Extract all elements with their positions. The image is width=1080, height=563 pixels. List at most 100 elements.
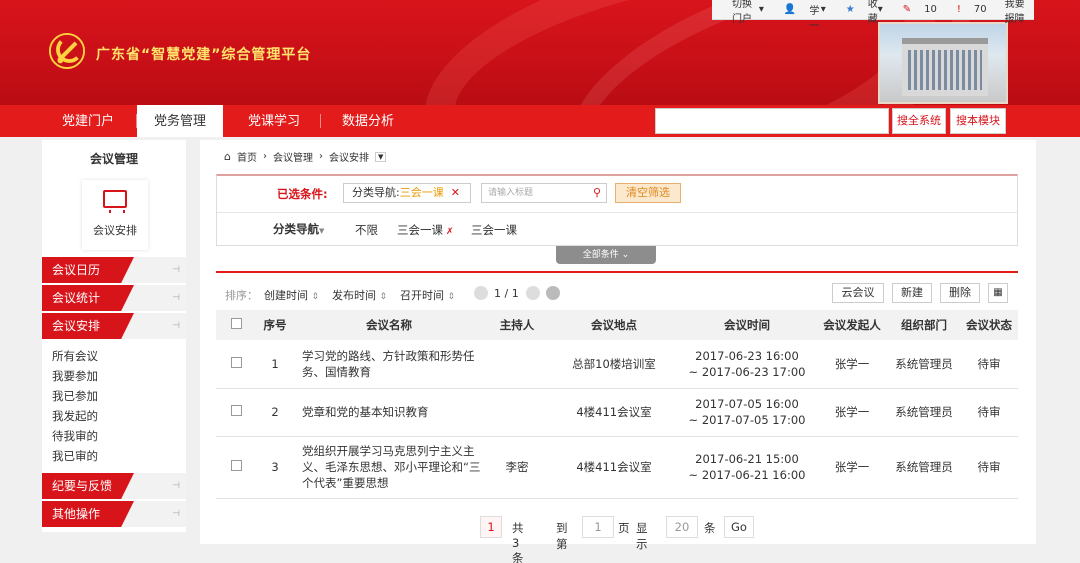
column-header[interactable]: 会议状态 bbox=[960, 310, 1018, 340]
meeting-initiator: 张学一 bbox=[816, 340, 888, 389]
table-row[interactable]: 1 学习党的路线、方针政策和形势任务、国情教育 总部10楼培训室 2017-06… bbox=[216, 340, 1018, 389]
table-row[interactable]: 3 党组织开展学习马克思列宁主义主义、毛泽东思想、邓小平理论和“三个代表”重要思… bbox=[216, 436, 1018, 499]
category-nav-label[interactable]: 分类导航▼ bbox=[273, 221, 324, 237]
delete-button[interactable]: 删除 bbox=[940, 283, 980, 303]
page-size-input[interactable]: 20 bbox=[666, 516, 698, 538]
nav-tab-portal[interactable]: 党建门户 bbox=[52, 105, 124, 137]
prev-page-icon[interactable] bbox=[474, 286, 488, 300]
remove-filter-icon[interactable]: ✕ bbox=[451, 184, 460, 202]
select-all-checkbox[interactable] bbox=[230, 318, 242, 329]
new-button[interactable]: 新建 bbox=[892, 283, 932, 303]
go-button[interactable]: Go bbox=[724, 516, 754, 538]
row-number: 2 bbox=[256, 388, 294, 437]
row-checkbox[interactable] bbox=[230, 405, 242, 416]
sidebar-item-to-attend[interactable]: 我要参加 bbox=[52, 368, 98, 384]
row-checkbox[interactable] bbox=[230, 356, 242, 368]
row-number: 1 bbox=[256, 340, 294, 389]
filter-panel: 已选条件: 分类导航:三会一课 ✕ 请输入标题 ⚲ 清空筛选 分类导航▼ 不限 … bbox=[216, 174, 1018, 246]
meeting-host bbox=[484, 340, 550, 389]
filter-option-unlimited[interactable]: 不限 bbox=[355, 222, 378, 238]
nav-tab-affairs[interactable]: 党务管理 bbox=[137, 105, 223, 137]
sidebar-group-other[interactable]: 其他操作 ⊣ bbox=[42, 501, 186, 527]
sort-by-held[interactable]: 召开时间 ⇕ bbox=[400, 287, 455, 303]
column-header[interactable]: 组织部门 bbox=[888, 310, 960, 340]
show-label: 显示 bbox=[636, 521, 648, 551]
sidebar-item-all-meetings[interactable]: 所有会议 bbox=[52, 348, 98, 364]
home-icon: ⌂ bbox=[224, 150, 231, 163]
sort-by-published[interactable]: 发布时间 ⇕ bbox=[332, 287, 387, 303]
title-search-input[interactable]: 请输入标题 ⚲ bbox=[481, 183, 607, 203]
sort-by-created[interactable]: 创建时间 ⇕ bbox=[264, 287, 319, 303]
chevron-down-icon[interactable]: ▼ bbox=[374, 151, 387, 162]
all-conditions-toggle[interactable]: 全部条件 ⌄ bbox=[556, 246, 656, 264]
site-title: 广东省“智慧党建”综合管理平台 bbox=[96, 47, 312, 63]
sort-icon: ⇕ bbox=[447, 292, 456, 302]
sidebar-card-meeting-schedule[interactable]: 会议安排 bbox=[82, 180, 148, 250]
refresh-icon[interactable] bbox=[546, 286, 560, 300]
meeting-host bbox=[484, 388, 550, 437]
sidebar-item-attended[interactable]: 我已参加 bbox=[52, 388, 98, 404]
search-all-button[interactable]: 搜全系统 bbox=[892, 108, 946, 134]
user-icon: 👤 bbox=[783, 4, 797, 15]
total-count: 共 3 条 bbox=[512, 521, 524, 563]
breadcrumb-home[interactable]: 首页 bbox=[237, 149, 257, 164]
sort-icon: ⇕ bbox=[379, 292, 388, 302]
nav-tab-analytics[interactable]: 数据分析 bbox=[330, 105, 406, 137]
sidebar-item-reviewed[interactable]: 我已审的 bbox=[52, 448, 98, 464]
meeting-name-link[interactable]: 党章和党的基本知识教育 bbox=[294, 388, 484, 437]
column-header[interactable]: 会议时间 bbox=[678, 310, 816, 340]
messages-count[interactable]: ✎ 10 bbox=[893, 4, 937, 15]
search-module-button[interactable]: 搜本模块 bbox=[950, 108, 1006, 134]
sidebar-group-calendar[interactable]: 会议日历 ⊣ bbox=[42, 257, 186, 283]
next-page-icon[interactable] bbox=[526, 286, 540, 300]
meeting-name-link[interactable]: 党组织开展学习马克思列宁主义主义、毛泽东思想、邓小平理论和“三个代表”重要思想 bbox=[294, 436, 484, 499]
nav-tab-courses[interactable]: 党课学习 bbox=[236, 105, 312, 137]
status-badge: 待审 bbox=[960, 436, 1018, 499]
sidebar-card-label: 会议安排 bbox=[93, 224, 137, 237]
sidebar-item-pending-review[interactable]: 待我审的 bbox=[52, 428, 98, 444]
filter-option-selected[interactable]: 三会一课 ✗ bbox=[397, 222, 454, 238]
filter-option-category[interactable]: 三会一课 bbox=[471, 222, 517, 238]
switch-portal-link[interactable]: 切换门户 ▾ bbox=[722, 0, 764, 25]
selected-filter-chip[interactable]: 分类导航:三会一课 ✕ bbox=[343, 183, 471, 203]
column-header[interactable]: 会议名称 bbox=[294, 310, 484, 340]
column-header[interactable]: 会议地点 bbox=[550, 310, 678, 340]
sidebar-group-schedule[interactable]: 会议安排 ⊣ bbox=[42, 313, 186, 339]
clear-filters-button[interactable]: 清空筛选 bbox=[615, 183, 681, 203]
page-indicator: 1 / 1 bbox=[494, 287, 519, 300]
meeting-host: 李密 bbox=[484, 436, 550, 499]
cloud-meeting-button[interactable]: 云会议 bbox=[832, 283, 884, 303]
report-link[interactable]: 我要报障 bbox=[1005, 0, 1034, 25]
grid-view-icon[interactable]: ▦ bbox=[988, 283, 1008, 303]
meeting-dept: 系统管理员 bbox=[888, 388, 960, 437]
page-button-current[interactable]: 1 bbox=[480, 516, 502, 538]
alerts-count[interactable]: ! 70 bbox=[947, 4, 987, 15]
sidebar-group-statistics[interactable]: 会议统计 ⊣ bbox=[42, 285, 186, 311]
pin-icon: ⊣ bbox=[172, 481, 180, 491]
goto-page-input[interactable]: 1 bbox=[582, 516, 614, 538]
user-menu[interactable]: 👤张学一▾ bbox=[774, 0, 826, 32]
sidebar-item-initiated[interactable]: 我发起的 bbox=[52, 408, 98, 424]
selected-mark-icon: ✗ bbox=[446, 227, 454, 237]
column-header[interactable]: 主持人 bbox=[484, 310, 550, 340]
global-search-input[interactable] bbox=[655, 108, 889, 134]
main-panel: ⌂ 首页 › 会议管理 › 会议安排 ▼ 已选条件: 分类导航:三会一课 ✕ 请输入… bbox=[200, 140, 1036, 563]
presentation-icon bbox=[103, 190, 127, 213]
meetings-table: 序号 会议名称 主持人 会议地点 会议时间 会议发起人 组织部门 会议状态 1 … bbox=[216, 310, 1018, 499]
favorites-menu[interactable]: ★ 收藏 ▾ bbox=[836, 0, 883, 25]
status-badge: 待审 bbox=[960, 388, 1018, 437]
meeting-place: 总部10楼培训室 bbox=[550, 340, 678, 389]
breadcrumb-meeting-mgmt[interactable]: 会议管理 bbox=[273, 149, 313, 164]
meeting-dept: 系统管理员 bbox=[888, 340, 960, 389]
page-unit-label: 页 bbox=[618, 521, 630, 535]
column-header[interactable]: 会议发起人 bbox=[816, 310, 888, 340]
search-icon[interactable]: ⚲ bbox=[593, 184, 601, 202]
sidebar-group-minutes[interactable]: 纪要与反馈 ⊣ bbox=[42, 473, 186, 499]
table-row[interactable]: 2 党章和党的基本知识教育 4楼411会议室 2017-07-05 16:00 ~… bbox=[216, 388, 1018, 437]
meeting-time: 2017-06-21 15:00 ~ 2017-06-21 16:00 bbox=[678, 436, 816, 499]
meeting-initiator: 张学一 bbox=[816, 436, 888, 499]
row-checkbox[interactable] bbox=[230, 460, 242, 471]
meeting-name-link[interactable]: 学习党的路线、方针政策和形势任务、国情教育 bbox=[294, 340, 484, 389]
sidebar-title: 会议管理 bbox=[89, 152, 138, 166]
column-header[interactable]: 序号 bbox=[256, 310, 294, 340]
